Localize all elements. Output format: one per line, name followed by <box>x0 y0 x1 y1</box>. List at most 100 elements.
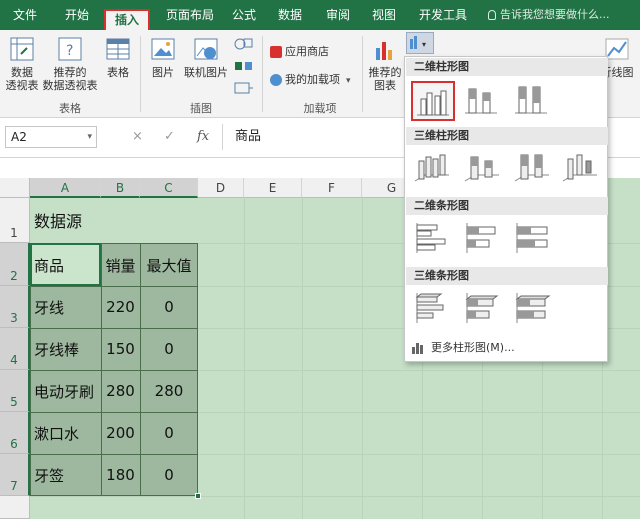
row-header-7[interactable]: 7 <box>0 454 30 496</box>
header-cell-product[interactable]: 商品 <box>34 245 64 286</box>
select-all-corner[interactable] <box>0 178 30 198</box>
column-header-d[interactable]: D <box>198 178 244 198</box>
table-cell-sales[interactable]: 220 <box>101 286 140 328</box>
row-header-8[interactable] <box>0 496 30 519</box>
3d-clustered-bar-option[interactable] <box>411 289 455 329</box>
app-store-icon <box>270 46 282 58</box>
enter-icon[interactable]: ✓ <box>164 129 175 144</box>
column-header-b[interactable]: B <box>101 178 140 198</box>
row-header-5[interactable]: 5 <box>0 370 30 412</box>
tab-data[interactable]: 数据 <box>272 0 308 30</box>
column-chart-button[interactable]: ▾ <box>406 32 434 54</box>
recommended-pivot-icon: ? <box>58 37 82 61</box>
row-header-6[interactable]: 6 <box>0 412 30 454</box>
fx-icon[interactable]: fx <box>197 129 209 144</box>
table-cell-sales[interactable]: 280 <box>101 370 140 412</box>
table-cell-max[interactable]: 0 <box>140 412 198 454</box>
3d-column-icon <box>562 154 597 182</box>
name-box[interactable]: A2 ▾ <box>5 126 97 148</box>
clustered-column-option[interactable] <box>411 81 455 121</box>
tab-page-layout[interactable]: 页面布局 <box>158 0 222 30</box>
table-cell-product[interactable]: 牙线棒 <box>34 328 79 370</box>
chevron-down-icon: ▾ <box>87 132 92 142</box>
shapes-icon <box>234 38 253 50</box>
ribbon-separator <box>362 36 363 112</box>
column-header-a[interactable]: A <box>30 178 101 198</box>
picture-label: 图片 <box>152 66 174 79</box>
stacked-bar-option[interactable] <box>461 219 505 259</box>
percent-stacked-bar-option[interactable] <box>511 219 555 259</box>
fill-handle[interactable] <box>195 493 201 499</box>
recommended-charts-button[interactable]: 推荐的 图表 <box>366 36 404 92</box>
table-cell-max[interactable]: 0 <box>140 286 198 328</box>
name-box-value: A2 <box>11 130 27 144</box>
table-cell-product[interactable]: 漱口水 <box>34 412 79 454</box>
column-chart-icon: ▾ <box>410 36 426 49</box>
pivot-table-button[interactable]: 数据 透视表 <box>2 36 42 92</box>
3d-clustered-column-icon <box>414 154 449 182</box>
3d-stacked-bar-option[interactable] <box>461 289 505 329</box>
stacked-column-option[interactable] <box>461 81 505 121</box>
stacked-column-icon <box>465 88 497 114</box>
recommended-pivot-button[interactable]: ? 推荐的 数据透视表 <box>42 36 98 92</box>
tell-me-text: 告诉我您想要做什么... <box>500 8 610 21</box>
table-cell-product[interactable]: 牙签 <box>34 454 64 496</box>
picture-button[interactable]: 图片 <box>146 36 180 79</box>
3d-percent-stacked-column-option[interactable] <box>511 149 555 189</box>
sheet-title-cell[interactable]: 数据源 <box>34 205 82 235</box>
row-header-4[interactable]: 4 <box>0 328 30 370</box>
tell-me-box[interactable]: 告诉我您想要做什么... <box>488 0 610 30</box>
row-header-2[interactable]: 2 <box>0 243 30 286</box>
3d-clustered-column-option[interactable] <box>411 149 455 189</box>
3d-column-option[interactable] <box>559 149 603 189</box>
table-cell-sales[interactable]: 200 <box>101 412 140 454</box>
tab-developer[interactable]: 开发工具 <box>414 0 472 30</box>
tab-file[interactable]: 文件 <box>4 0 46 30</box>
my-addins-icon <box>270 74 282 86</box>
column-chart-dropdown: 二维柱形图 三维柱形图 二维条形图 三维条形图 更多柱形图(M)... <box>404 56 608 362</box>
tab-home[interactable]: 开始 <box>56 0 98 30</box>
percent-stacked-bar-icon <box>516 223 548 253</box>
online-picture-button[interactable]: 联机图片 <box>182 36 230 79</box>
more-column-charts-item[interactable]: 更多柱形图(M)... <box>411 339 515 357</box>
ribbon-tab-bar: 文件 开始 插入 页面布局 公式 数据 审阅 视图 开发工具 告诉我您想要做什么… <box>0 0 640 30</box>
percent-stacked-column-option[interactable] <box>511 81 555 121</box>
app-store-button[interactable]: 应用商店 <box>270 44 329 60</box>
clustered-column-icon <box>417 90 449 116</box>
smartart-icon <box>235 62 252 70</box>
lightbulb-icon <box>488 10 496 20</box>
smartart-button[interactable] <box>232 58 256 76</box>
3d-percent-stacked-bar-option[interactable] <box>511 289 555 329</box>
table-label: 表格 <box>107 66 129 79</box>
tab-view[interactable]: 视图 <box>366 0 402 30</box>
column-header-e[interactable]: E <box>244 178 302 198</box>
header-cell-sales[interactable]: 销量 <box>101 245 140 286</box>
screenshot-icon <box>234 82 253 94</box>
tab-review[interactable]: 审阅 <box>320 0 356 30</box>
shapes-button[interactable] <box>232 36 256 54</box>
my-addins-button[interactable]: 我的加载项 ▾ <box>270 72 351 89</box>
row-header-3[interactable]: 3 <box>0 286 30 328</box>
column-header-f[interactable]: F <box>302 178 362 198</box>
table-button[interactable]: 表格 <box>102 36 134 79</box>
table-cell-max[interactable]: 280 <box>140 370 198 412</box>
group-label-illustrations: 插图 <box>190 102 212 115</box>
tab-formulas[interactable]: 公式 <box>226 0 262 30</box>
clustered-bar-option[interactable] <box>411 219 455 259</box>
table-cell-max[interactable]: 0 <box>140 328 198 370</box>
table-cell-product[interactable]: 电动牙刷 <box>34 370 94 412</box>
table-cell-product[interactable]: 牙线 <box>34 286 64 328</box>
row-header-1[interactable]: 1 <box>0 198 30 243</box>
cancel-icon[interactable]: × <box>132 129 143 144</box>
table-cell-max[interactable]: 0 <box>140 454 198 496</box>
header-cell-max[interactable]: 最大值 <box>140 245 198 286</box>
online-picture-label: 联机图片 <box>184 66 228 79</box>
picture-icon <box>151 38 175 60</box>
column-header-c[interactable]: C <box>140 178 198 198</box>
3d-stacked-column-option[interactable] <box>461 149 505 189</box>
table-cell-sales[interactable]: 180 <box>101 454 140 496</box>
3d-stacked-column-icon <box>464 156 499 182</box>
screenshot-button[interactable] <box>232 80 256 98</box>
table-cell-sales[interactable]: 150 <box>101 328 140 370</box>
tab-insert[interactable]: 插入 <box>104 9 150 30</box>
